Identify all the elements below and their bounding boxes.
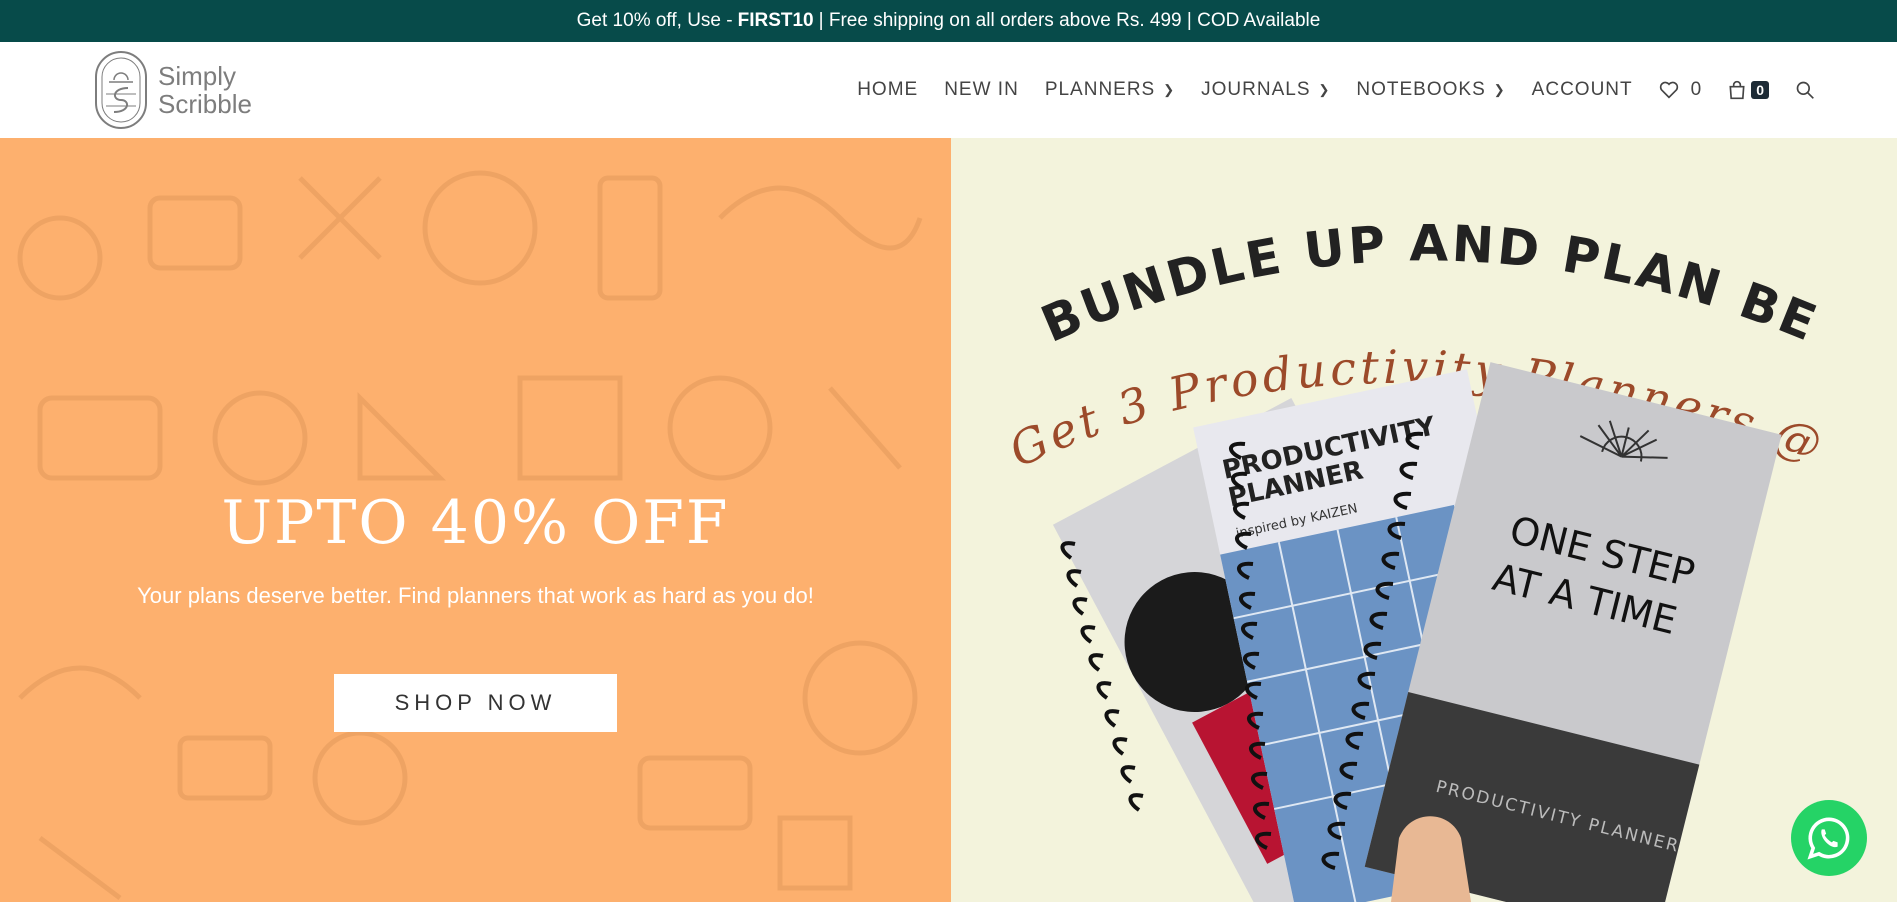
search-icon <box>1796 81 1814 99</box>
promo-headline: BUNDLE UP AND PLAN BETTER! <box>951 138 1827 354</box>
main-nav: HOME NEW IN PLANNERS ❯ JOURNALS ❯ NOTEBOOK… <box>857 42 1897 138</box>
hero-right-panel: BUNDLE UP AND PLAN BETTER! Get 3 Product… <box>951 138 1897 902</box>
wishlist-count: 0 <box>1690 79 1702 100</box>
logo-line-1: Simply <box>158 61 237 91</box>
site-header: Simply Scribble HOME NEW IN PLANNERS ❯ JO… <box>0 42 1897 138</box>
shopping-bag-icon <box>1729 80 1745 100</box>
hero-subtitle: Your plans deserve better. Find planners… <box>137 583 814 608</box>
nav-notebooks-label: NOTEBOOKS <box>1356 79 1486 100</box>
heart-icon <box>1659 81 1678 99</box>
cart-button[interactable]: 0 <box>1727 80 1769 100</box>
whatsapp-chat-button[interactable] <box>1791 800 1867 876</box>
nav-planners[interactable]: PLANNERS ❯ <box>1045 79 1175 101</box>
hero-title: UPTO 40% OFF <box>221 488 730 558</box>
nav-home-label: HOME <box>857 79 919 100</box>
nav-journals-label: JOURNALS <box>1201 79 1311 100</box>
nav-new-in-label: NEW IN <box>944 79 1019 100</box>
nav-journals[interactable]: JOURNALS ❯ <box>1201 79 1330 101</box>
chevron-down-icon: ❯ <box>1318 82 1331 97</box>
chevron-down-icon: ❯ <box>1163 82 1176 97</box>
hero-left-panel: UPTO 40% OFF Your plans deserve better. … <box>0 138 951 902</box>
announcement-bar: Get 10% off, Use - FIRST10 | Free shippi… <box>0 0 1897 42</box>
nav-account[interactable]: ACCOUNT <box>1532 79 1633 101</box>
wishlist-button[interactable]: 0 <box>1659 79 1702 101</box>
nav-notebooks[interactable]: NOTEBOOKS ❯ <box>1356 79 1505 101</box>
logo-emblem-icon <box>95 51 147 129</box>
logo[interactable]: Simply Scribble <box>94 50 252 130</box>
coupon-code: FIRST10 <box>737 10 814 31</box>
shop-now-button[interactable]: SHOP NOW <box>334 674 617 732</box>
whatsapp-icon <box>1807 817 1850 860</box>
nav-account-label: ACCOUNT <box>1531 79 1633 100</box>
nav-home[interactable]: HOME <box>857 79 918 101</box>
announcement-prefix: Get 10% off, Use - <box>576 10 733 31</box>
announcement-suffix: | Free shipping on all orders above Rs. … <box>818 10 1321 31</box>
logo-text: Simply Scribble <box>158 62 252 118</box>
search-button[interactable] <box>1795 80 1815 100</box>
promo-artwork: BUNDLE UP AND PLAN BETTER! Get 3 Product… <box>951 138 1846 902</box>
nav-planners-label: PLANNERS <box>1044 79 1156 100</box>
cart-count-badge: 0 <box>1751 81 1769 99</box>
nav-new-in[interactable]: NEW IN <box>944 79 1019 101</box>
chevron-down-icon: ❯ <box>1493 82 1506 97</box>
logo-line-2: Scribble <box>158 89 252 119</box>
